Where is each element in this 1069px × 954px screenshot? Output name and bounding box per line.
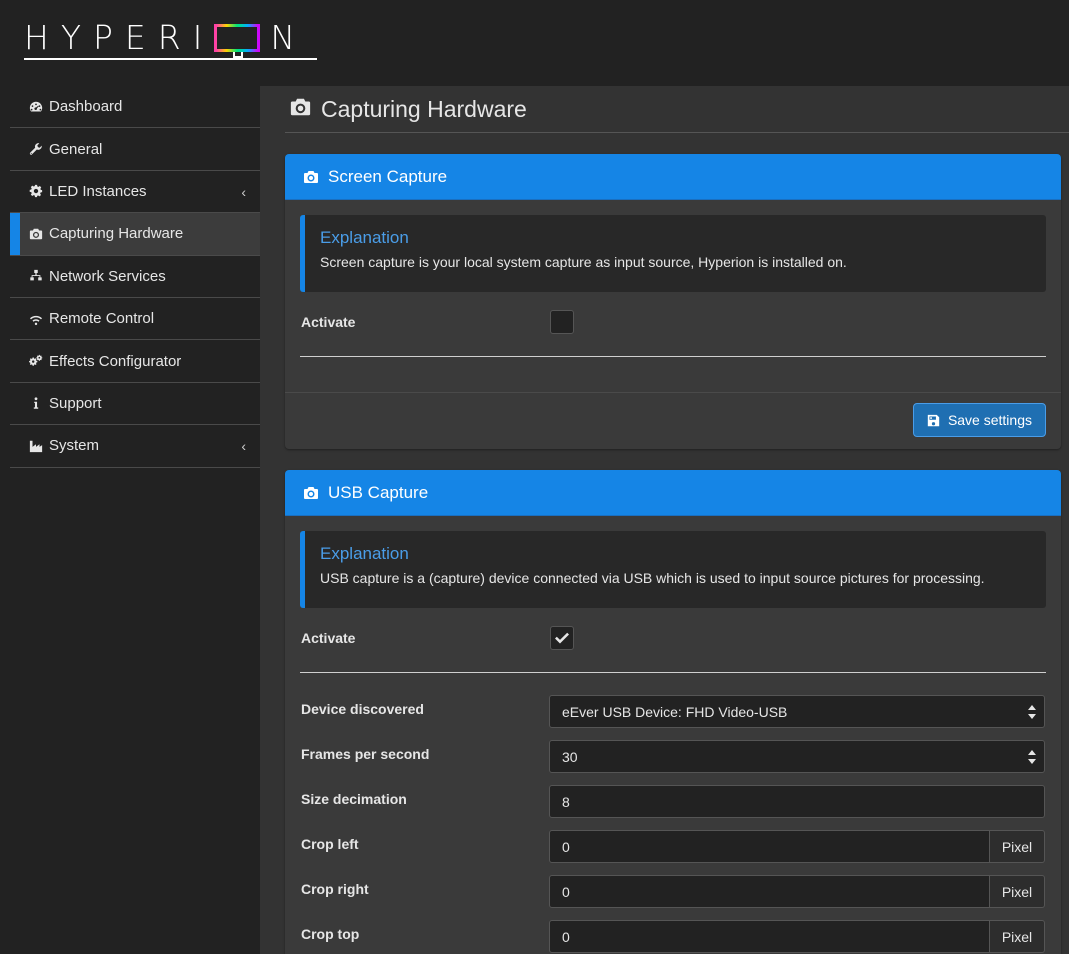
usb-capture-activate-checkbox[interactable] — [550, 626, 574, 650]
screen-capture-heading: Screen Capture — [285, 154, 1061, 200]
sidebar-nav: Dashboard General LED Instances ‹ Captur… — [10, 86, 260, 468]
top-bar: HYPERI N — [0, 0, 1069, 86]
crop-left-unit: Pixel — [990, 830, 1045, 863]
sidebar-item-label: Dashboard — [49, 98, 123, 116]
tv-icon — [214, 24, 261, 58]
page-header: Capturing Hardware — [285, 86, 1069, 133]
sidebar-item-remote-control[interactable]: Remote Control — [10, 298, 260, 341]
crop-right-value: 0 — [562, 883, 570, 900]
sidebar-item-system[interactable]: System ‹ — [10, 425, 260, 468]
explanation-title: Explanation — [320, 544, 409, 563]
size-decimation-input[interactable]: 8 — [549, 785, 1045, 818]
gear-icon — [27, 183, 45, 199]
hyperion-logo[interactable]: HYPERI N — [24, 18, 317, 62]
logo-text-right: N — [270, 18, 308, 57]
device-discovered-value: eEver USB Device: FHD Video-USB — [562, 703, 788, 720]
explanation-text: Screen capture is your local system capt… — [320, 254, 847, 270]
logo-underline — [24, 58, 317, 60]
dashboard-icon — [27, 99, 45, 115]
screen-capture-activate-checkbox[interactable] — [550, 310, 574, 334]
fps-value: 30 — [562, 748, 578, 765]
sidebar-item-dashboard[interactable]: Dashboard — [10, 86, 260, 129]
logo-text: HYPERI N — [24, 18, 307, 58]
explanation-text: USB capture is a (capture) device connec… — [320, 570, 985, 586]
wrench-icon — [27, 141, 45, 157]
sidebar-item-label: Remote Control — [49, 310, 155, 328]
sitemap-icon — [27, 268, 45, 284]
cogs-icon — [27, 353, 45, 369]
floppy-disk-icon — [927, 414, 940, 426]
device-discovered-label: Device discovered — [301, 701, 424, 717]
sidebar-item-led-instances[interactable]: LED Instances ‹ — [10, 171, 260, 214]
page-title: Capturing Hardware — [321, 95, 527, 122]
explanation-callout: Explanation Screen capture is your local… — [300, 215, 1046, 292]
size-decimation-label: Size decimation — [301, 791, 407, 807]
camera-icon — [304, 170, 318, 183]
explanation-callout: Explanation USB capture is a (capture) d… — [300, 531, 1046, 608]
info-icon — [27, 395, 45, 411]
sidebar-item-label: Network Services — [49, 267, 166, 285]
fps-label: Frames per second — [301, 746, 430, 762]
save-settings-label: Save settings — [947, 412, 1032, 428]
chevron-left-icon: ‹ — [241, 183, 246, 200]
sidebar-item-general[interactable]: General — [10, 128, 260, 171]
camera-icon — [304, 486, 318, 499]
usb-capture-heading: USB Capture — [285, 470, 1061, 516]
checkmark-icon — [555, 632, 569, 644]
panel-title: Screen Capture — [328, 166, 448, 186]
sidebar-item-label: System — [49, 437, 100, 455]
save-settings-button[interactable]: Save settings — [912, 403, 1046, 437]
device-discovered-select[interactable]: eEver USB Device: FHD Video-USB — [549, 695, 1045, 728]
sidebar-item-capturing-hardware[interactable]: Capturing Hardware — [10, 213, 260, 256]
crop-left-label: Crop left — [301, 836, 359, 852]
main-content: Capturing Hardware Screen Capture Explan… — [260, 86, 1069, 954]
logo-text-left: HYPERI — [24, 18, 215, 57]
crop-right-unit: Pixel — [990, 875, 1045, 908]
sidebar-item-label: General — [49, 140, 103, 158]
camera-icon — [27, 226, 45, 242]
crop-top-unit: Pixel — [990, 920, 1045, 953]
fps-select[interactable]: 30 — [549, 740, 1045, 773]
wifi-icon — [27, 311, 45, 327]
crop-right-label: Crop right — [301, 881, 369, 897]
select-arrows-icon — [1028, 750, 1036, 764]
sidebar-item-label: Capturing Hardware — [49, 225, 184, 243]
sidebar: Dashboard General LED Instances ‹ Captur… — [0, 86, 260, 954]
panel-footer: Save settings — [285, 392, 1061, 449]
crop-top-label: Crop top — [301, 926, 360, 942]
crop-top-input[interactable]: 0 — [549, 920, 990, 953]
divider — [300, 672, 1046, 673]
sidebar-item-label: LED Instances — [49, 182, 147, 200]
usb-capture-panel: USB Capture Explanation USB capture is a… — [285, 470, 1061, 954]
sidebar-item-network-services[interactable]: Network Services — [10, 256, 260, 298]
chevron-left-icon: ‹ — [241, 438, 246, 455]
sidebar-item-label: Effects Configurator — [49, 352, 182, 370]
sidebar-item-effects-configurator[interactable]: Effects Configurator — [10, 340, 260, 383]
panel-title: USB Capture — [328, 482, 429, 502]
crop-left-input[interactable]: 0 — [549, 830, 990, 863]
activate-label: Activate — [301, 630, 356, 646]
activate-label: Activate — [301, 314, 356, 330]
size-decimation-value: 8 — [562, 793, 570, 810]
explanation-title: Explanation — [320, 228, 409, 247]
crop-left-value: 0 — [562, 838, 570, 855]
divider — [300, 356, 1046, 357]
select-arrows-icon — [1028, 705, 1036, 719]
camera-icon — [285, 96, 321, 123]
crop-right-input[interactable]: 0 — [549, 875, 990, 908]
industry-icon — [27, 438, 45, 454]
crop-top-value: 0 — [562, 928, 570, 945]
screen-capture-panel: Screen Capture Explanation Screen captur… — [285, 154, 1061, 449]
sidebar-item-support[interactable]: Support — [10, 383, 260, 426]
sidebar-item-label: Support — [49, 394, 102, 412]
